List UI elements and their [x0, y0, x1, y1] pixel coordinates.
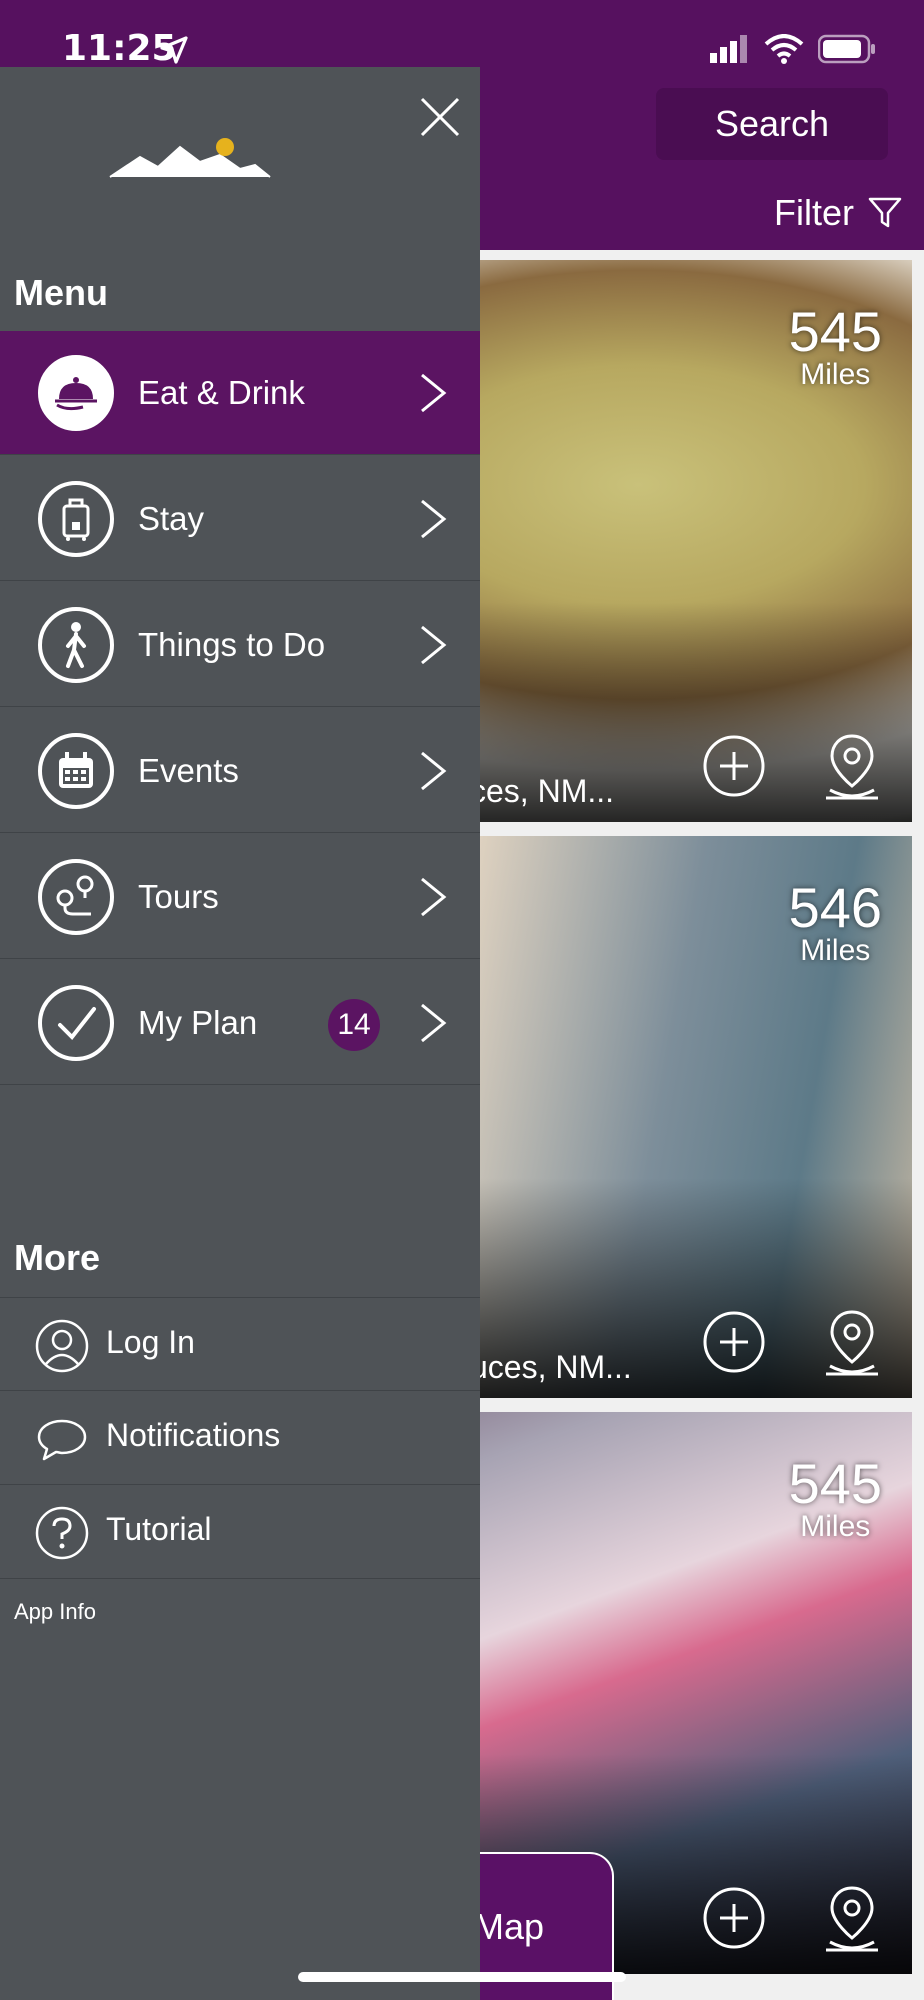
home-indicator — [298, 1972, 626, 1982]
more-item-tutorial[interactable]: Tutorial — [0, 1485, 480, 1579]
route-icon — [38, 859, 114, 935]
menu-item-tours[interactable]: Tours — [0, 835, 480, 959]
app-info-link[interactable]: App Info — [14, 1599, 96, 1625]
question-icon — [35, 1506, 89, 1560]
add-to-plan-icon[interactable] — [702, 734, 766, 798]
chevron-right-icon — [421, 625, 447, 665]
more-item-label: Notifications — [106, 1417, 281, 1453]
visit-las-cruces-logo — [40, 117, 320, 237]
menu-item-label: Tours — [138, 877, 219, 915]
distance-badge: 545 Miles — [788, 300, 882, 391]
location-arrow-icon — [160, 36, 188, 64]
menu-item-label: My Plan — [138, 1003, 258, 1041]
filter-button[interactable]: Filter — [774, 192, 902, 234]
more-item-log-in[interactable]: Log In — [0, 1297, 480, 1391]
menu-item-eat-drink[interactable]: Eat & Drink — [0, 331, 480, 455]
signal-icon — [710, 35, 747, 63]
more-item-notifications[interactable]: Notifications — [0, 1391, 480, 1485]
menu-item-label: Events — [138, 751, 239, 789]
speech-bubble-icon — [37, 1419, 87, 1461]
user-icon — [35, 1319, 89, 1373]
listing-location: uces, NM... — [470, 1349, 632, 1385]
battery-icon — [818, 34, 875, 64]
dining-cloche-icon — [38, 355, 114, 431]
map-pin-icon[interactable] — [822, 732, 882, 802]
search-button[interactable]: Search — [656, 88, 888, 160]
menu-item-my-plan[interactable]: My Plan 14 — [0, 961, 480, 1085]
status-icons — [710, 34, 876, 64]
chevron-right-icon — [421, 1003, 447, 1043]
chevron-right-icon — [421, 373, 447, 413]
more-item-label: Log In — [106, 1324, 195, 1360]
calendar-icon — [38, 733, 114, 809]
menu-section-title: Menu — [14, 272, 108, 313]
menu-item-stay[interactable]: Stay — [0, 457, 480, 581]
chevron-right-icon — [421, 751, 447, 791]
plan-count-badge: 14 — [328, 999, 380, 1051]
distance-badge: 546 Miles — [788, 876, 882, 967]
luggage-icon — [38, 481, 114, 557]
walking-person-icon — [38, 607, 114, 683]
menu-item-label: Stay — [138, 499, 205, 537]
menu-item-things-to-do[interactable]: Things to Do — [0, 583, 480, 707]
close-icon[interactable] — [418, 95, 462, 139]
map-pin-icon[interactable] — [822, 1884, 882, 1954]
checkmark-icon — [38, 985, 114, 1061]
filter-label: Filter — [774, 192, 854, 233]
map-pin-icon[interactable] — [822, 1308, 882, 1378]
distance-badge: 545 Miles — [788, 1452, 882, 1543]
add-to-plan-icon[interactable] — [702, 1886, 766, 1950]
chevron-right-icon — [421, 877, 447, 917]
more-section-title: More — [14, 1237, 101, 1278]
side-menu-drawer: Menu Eat & Drink Stay Things to Do Event… — [0, 67, 480, 2000]
menu-item-events[interactable]: Events — [0, 709, 480, 833]
menu-item-label: Things to Do — [138, 625, 326, 663]
more-item-label: Tutorial — [106, 1511, 212, 1547]
wifi-icon — [764, 34, 804, 64]
filter-icon — [868, 197, 902, 228]
chevron-right-icon — [421, 499, 447, 539]
listing-location: ces, NM... — [470, 773, 615, 809]
menu-item-label: Eat & Drink — [138, 373, 305, 411]
add-to-plan-icon[interactable] — [702, 1310, 766, 1374]
